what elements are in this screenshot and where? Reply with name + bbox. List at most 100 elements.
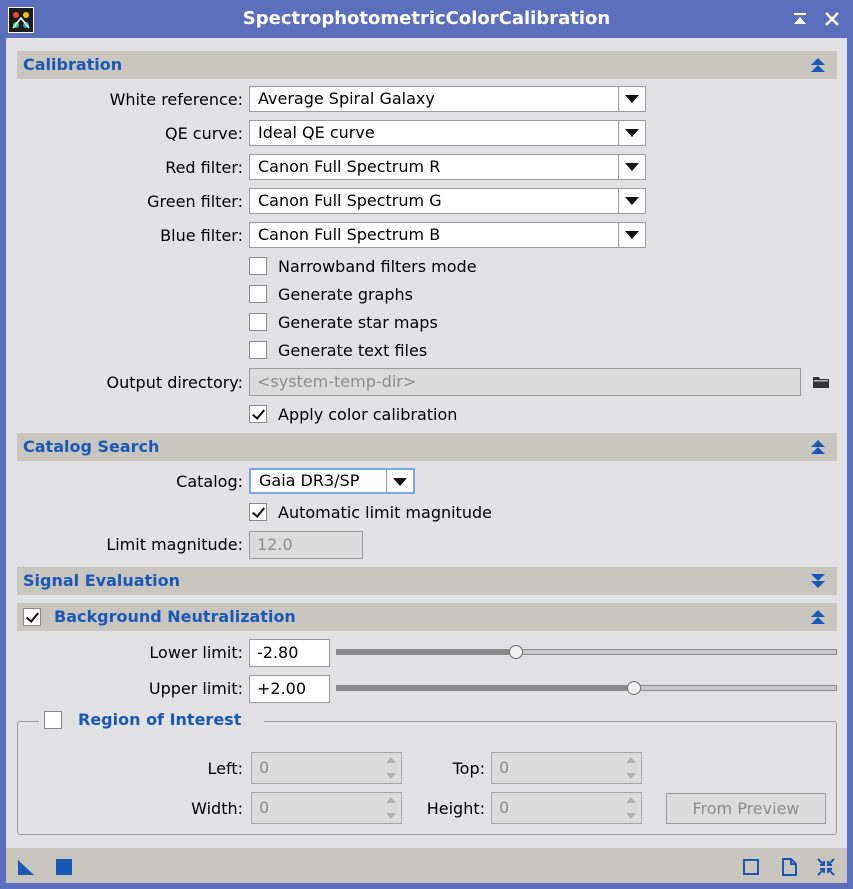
qe-curve-combo[interactable]: Ideal QE curve — [249, 120, 646, 146]
chevron-up-icon[interactable] — [386, 797, 396, 803]
combo-value: Average Spiral Galaxy — [258, 89, 435, 108]
chevron-up-icon[interactable] — [626, 797, 636, 803]
generate-text-files-label: Generate text files — [278, 341, 428, 360]
combo-value: Ideal QE curve — [258, 123, 375, 142]
window-title: SpectrophotometricColorCalibration — [242, 8, 611, 29]
limit-magnitude-label: Limit magnitude: — [106, 535, 243, 554]
spinbox-value: 0 — [499, 758, 510, 777]
lower-limit-slider[interactable] — [336, 649, 837, 655]
upper-limit-label: Upper limit: — [148, 679, 243, 698]
height-spinbox[interactable]: 0 — [491, 792, 642, 824]
chevron-up-icon[interactable] — [386, 757, 396, 763]
from-preview-button[interactable]: From Preview — [666, 793, 826, 824]
documentation-icon[interactable] — [780, 858, 798, 876]
slider-fill — [337, 650, 518, 654]
top-spinbox[interactable]: 0 — [491, 752, 642, 784]
preview-icon[interactable] — [742, 858, 760, 876]
upper-limit-slider[interactable] — [336, 685, 837, 691]
collapse-icon[interactable] — [809, 56, 827, 74]
spin-arrows[interactable] — [621, 753, 641, 783]
chevron-down-icon[interactable] — [386, 470, 413, 492]
narrowband-checkbox[interactable] — [249, 257, 267, 275]
close-icon[interactable] — [821, 8, 843, 30]
section-catalog-search[interactable]: Catalog Search — [17, 433, 837, 461]
apply-calibration-label: Apply color calibration — [278, 405, 458, 424]
auto-limit-label: Automatic limit magnitude — [278, 503, 492, 522]
spin-arrows[interactable] — [381, 753, 401, 783]
spinbox-value: 0 — [259, 758, 270, 777]
combo-value: Canon Full Spectrum B — [258, 225, 441, 244]
chevron-down-icon[interactable] — [626, 773, 636, 779]
red-filter-combo[interactable]: Canon Full Spectrum R — [249, 154, 646, 180]
combo-value: Gaia DR3/SP — [259, 471, 360, 490]
reset-icon[interactable] — [817, 858, 835, 876]
group-legend: Region of Interest — [39, 708, 264, 734]
width-spinbox[interactable]: 0 — [251, 792, 402, 824]
collapse-icon[interactable] — [809, 438, 827, 456]
upper-limit-slider-handle[interactable] — [627, 681, 642, 695]
spin-arrows[interactable] — [621, 793, 641, 823]
chevron-up-icon[interactable] — [626, 757, 636, 763]
left-spinbox[interactable]: 0 — [251, 752, 402, 784]
blue-filter-combo[interactable]: Canon Full Spectrum B — [249, 222, 646, 248]
limit-magnitude-field[interactable]: 12.0 — [249, 531, 363, 559]
top-label: Top: — [452, 759, 485, 778]
blue-filter-label: Blue filter: — [160, 226, 243, 245]
left-label: Left: — [207, 759, 244, 778]
chevron-down-icon[interactable] — [386, 813, 396, 819]
catalog-combo[interactable]: Gaia DR3/SP — [249, 468, 415, 494]
height-label: Height: — [426, 799, 485, 818]
slider-fill — [337, 686, 636, 690]
chevron-down-icon[interactable] — [386, 773, 396, 779]
region-of-interest-checkbox[interactable] — [44, 711, 62, 729]
collapse-icon[interactable] — [809, 608, 827, 626]
chevron-down-icon[interactable] — [626, 813, 636, 819]
title-bar[interactable]: SpectrophotometricColorCalibration — [0, 0, 853, 38]
chevron-down-icon[interactable] — [618, 155, 645, 179]
red-filter-label: Red filter: — [165, 158, 243, 177]
expand-icon[interactable] — [809, 572, 827, 590]
generate-graphs-checkbox[interactable] — [249, 285, 267, 303]
region-of-interest-title: Region of Interest — [78, 710, 242, 729]
lower-limit-field[interactable]: -2.80 — [249, 639, 330, 667]
combo-value: Canon Full Spectrum R — [258, 157, 441, 176]
generate-star-maps-checkbox[interactable] — [249, 313, 267, 331]
spinbox-value: 0 — [499, 798, 510, 817]
section-calibration[interactable]: Calibration — [17, 51, 837, 79]
output-directory-label: Output directory: — [106, 373, 243, 392]
chevron-down-icon[interactable] — [618, 189, 645, 213]
section-background-neutralization[interactable]: Background Neutralization — [17, 603, 837, 631]
process-window: SpectrophotometricColorCalibration Calib… — [0, 0, 853, 889]
auto-limit-checkbox[interactable] — [249, 503, 267, 521]
folder-icon[interactable] — [813, 375, 830, 389]
white-reference-combo[interactable]: Average Spiral Galaxy — [249, 86, 646, 112]
process-control-bar — [6, 848, 847, 883]
chevron-down-icon[interactable] — [618, 121, 645, 145]
section-title: Calibration — [23, 55, 123, 74]
green-filter-label: Green filter: — [147, 192, 243, 211]
chevron-down-icon[interactable] — [618, 223, 645, 247]
green-filter-combo[interactable]: Canon Full Spectrum G — [249, 188, 646, 214]
combo-value: Canon Full Spectrum G — [258, 191, 442, 210]
section-signal-evaluation[interactable]: Signal Evaluation — [17, 567, 837, 595]
qe-curve-label: QE curve: — [164, 124, 243, 143]
section-title: Catalog Search — [23, 437, 160, 456]
lower-limit-slider-handle[interactable] — [509, 645, 524, 659]
chevron-down-icon[interactable] — [618, 87, 645, 111]
background-neutralization-checkbox[interactable] — [23, 608, 41, 626]
apply-calibration-checkbox[interactable] — [249, 405, 267, 423]
section-title: Background Neutralization — [54, 607, 296, 626]
shade-icon[interactable] — [789, 8, 811, 30]
lower-limit-label: Lower limit: — [149, 643, 243, 662]
generate-text-files-checkbox[interactable] — [249, 341, 267, 359]
apply-global-icon[interactable] — [55, 858, 73, 876]
upper-limit-field[interactable]: +2.00 — [249, 675, 330, 703]
output-directory-field[interactable]: <system-temp-dir> — [249, 368, 801, 396]
narrowband-label: Narrowband filters mode — [278, 257, 477, 276]
generate-star-maps-label: Generate star maps — [278, 313, 438, 332]
new-instance-icon[interactable] — [17, 858, 35, 876]
spinbox-value: 0 — [259, 798, 270, 817]
section-title: Signal Evaluation — [23, 571, 181, 590]
spin-arrows[interactable] — [381, 793, 401, 823]
generate-graphs-label: Generate graphs — [278, 285, 413, 304]
